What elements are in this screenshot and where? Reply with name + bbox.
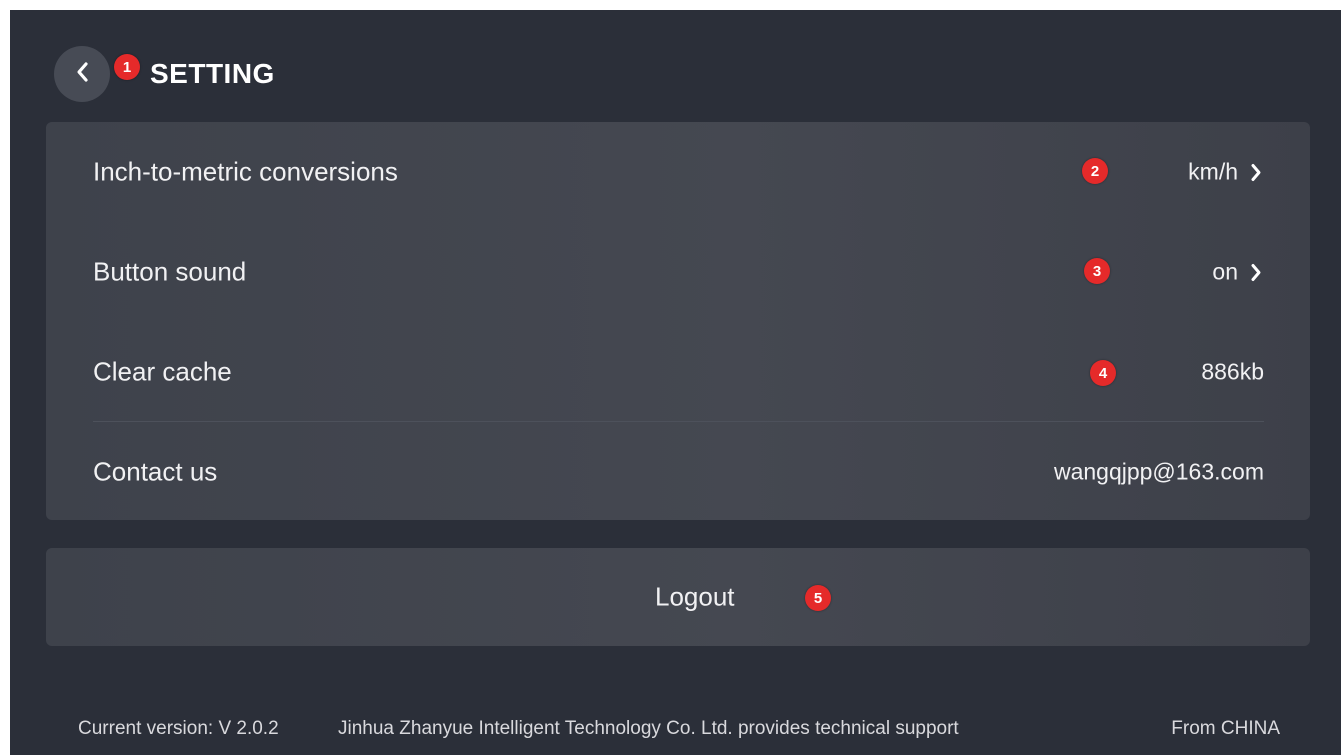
setting-value-text: on: [1212, 258, 1238, 285]
annotation-badge-5: 5: [805, 585, 831, 611]
origin-text: From CHINA: [1171, 718, 1280, 739]
setting-value: 886kb: [1201, 359, 1264, 386]
setting-label: Clear cache: [93, 356, 232, 387]
logout-button[interactable]: Logout 5: [46, 548, 1310, 646]
setting-row-contact-us[interactable]: Contact us wangqjpp@163.com: [46, 422, 1310, 522]
chevron-right-icon: [1248, 261, 1264, 283]
setting-value: wangqjpp@163.com: [1054, 459, 1264, 486]
setting-value: on: [1212, 259, 1264, 286]
setting-value-text: km/h: [1188, 158, 1238, 185]
annotation-badge-4: 4: [1090, 360, 1116, 386]
setting-label: Inch-to-metric conversions: [93, 156, 398, 187]
chevron-right-icon: [1248, 161, 1264, 183]
footer: Current version: V 2.0.2 Jinhua Zhanyue …: [10, 718, 1341, 748]
setting-row-button-sound[interactable]: Button sound 3 on: [46, 222, 1310, 322]
setting-value: km/h: [1188, 159, 1264, 186]
logout-label: Logout: [655, 581, 735, 612]
contact-email: wangqjpp@163.com: [1053, 458, 1264, 485]
back-button[interactable]: [54, 46, 110, 102]
version-text: Current version: V 2.0.2: [78, 718, 279, 739]
annotation-badge-3: 3: [1084, 258, 1110, 284]
annotation-badge-1: 1: [114, 54, 140, 80]
setting-label: Contact us: [93, 456, 218, 487]
support-text: Jinhua Zhanyue Intelligent Technology Co…: [338, 718, 959, 739]
annotation-badge-2: 2: [1082, 158, 1108, 184]
chevron-left-icon: [75, 61, 89, 88]
setting-label: Button sound: [93, 256, 247, 287]
page-title: SETTING: [150, 58, 275, 89]
setting-row-clear-cache[interactable]: Clear cache 4 886kb: [46, 322, 1310, 422]
setting-value-text: 886kb: [1201, 358, 1264, 385]
setting-row-unit-conversion[interactable]: Inch-to-metric conversions 2 km/h: [46, 122, 1310, 222]
settings-screen: 1 SETTING Inch-to-metric conversions 2 k…: [10, 10, 1341, 755]
settings-list: Inch-to-metric conversions 2 km/h Button…: [46, 122, 1310, 520]
